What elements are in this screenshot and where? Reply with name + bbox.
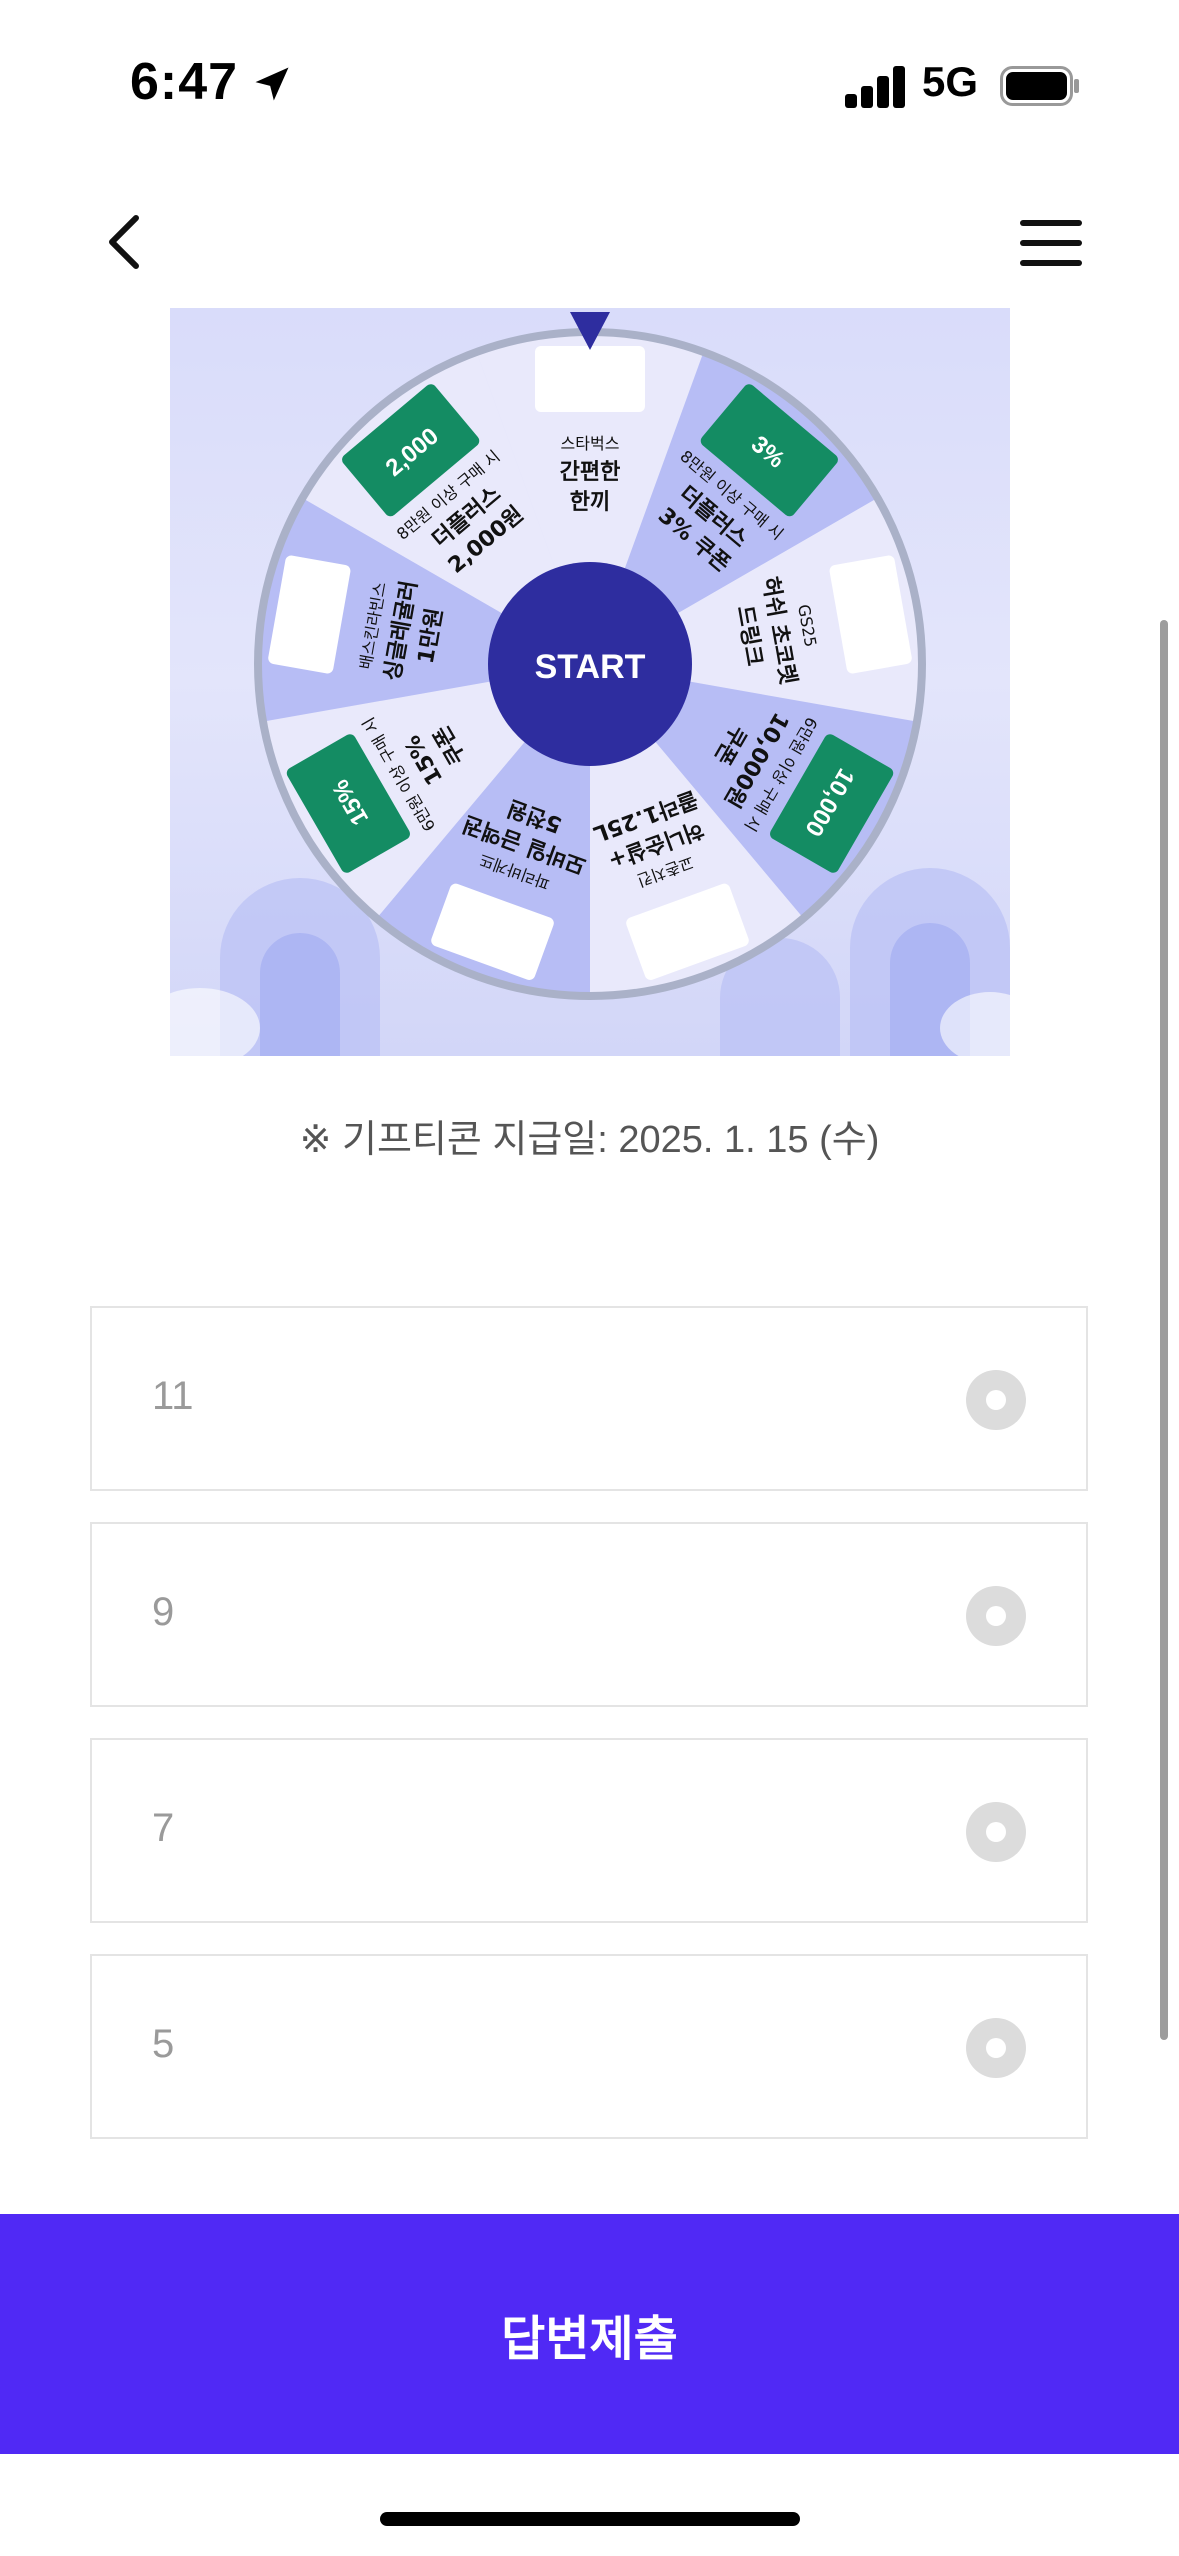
gift-payment-note: ※ 기프티콘 지급일: 2025. 1. 15 (수) (299, 1119, 880, 1161)
option-label: 11 (152, 1374, 194, 1418)
roulette-svg: 스타벅스간편한한끼3%8만원 이상 구매 시더플러스3% 쿠폰GS25허쉬 초코… (170, 312, 1010, 1056)
location-arrow-icon (255, 67, 289, 101)
status-bar: 6:47 5G (0, 0, 1179, 170)
roulette-wheel-panel: 스타벅스 간편한 한끼 3% 8만원 이상 구매 시 더플러스 3% 쿠폰 GS25 허쉬 초코… (170, 308, 1010, 1056)
back-button[interactable] (100, 212, 150, 272)
segment-text: 스타벅스 (561, 434, 620, 453)
start-button[interactable]: START (488, 562, 692, 766)
radio-button[interactable] (966, 1370, 1026, 1430)
status-time: 6:47 (130, 53, 239, 111)
scrollbar[interactable] (1160, 620, 1168, 2040)
menu-button[interactable] (1020, 218, 1082, 268)
radio-button[interactable] (966, 1586, 1026, 1646)
answer-option-1[interactable]: 11 (90, 1306, 1088, 1491)
battery-icon (1000, 66, 1079, 106)
submit-answer-button[interactable]: 답변제출 (0, 2214, 1179, 2454)
radio-button[interactable] (966, 1802, 1026, 1862)
answer-option-4[interactable]: 5 (90, 1954, 1088, 2139)
network-label: 5G (922, 58, 979, 105)
answer-option-2[interactable]: 9 (90, 1522, 1088, 1707)
start-label: START (535, 648, 646, 686)
signal-icon (845, 64, 907, 108)
segment-text: 한끼 (570, 490, 610, 515)
product-image (535, 346, 645, 412)
home-indicator (380, 2512, 800, 2526)
option-label: 7 (152, 1806, 175, 1850)
answer-option-3[interactable]: 7 (90, 1738, 1088, 1923)
option-label: 5 (152, 2022, 175, 2066)
option-label: 9 (152, 1590, 175, 1634)
radio-button[interactable] (966, 2018, 1026, 2078)
segment-text: 간편한 (560, 460, 621, 485)
